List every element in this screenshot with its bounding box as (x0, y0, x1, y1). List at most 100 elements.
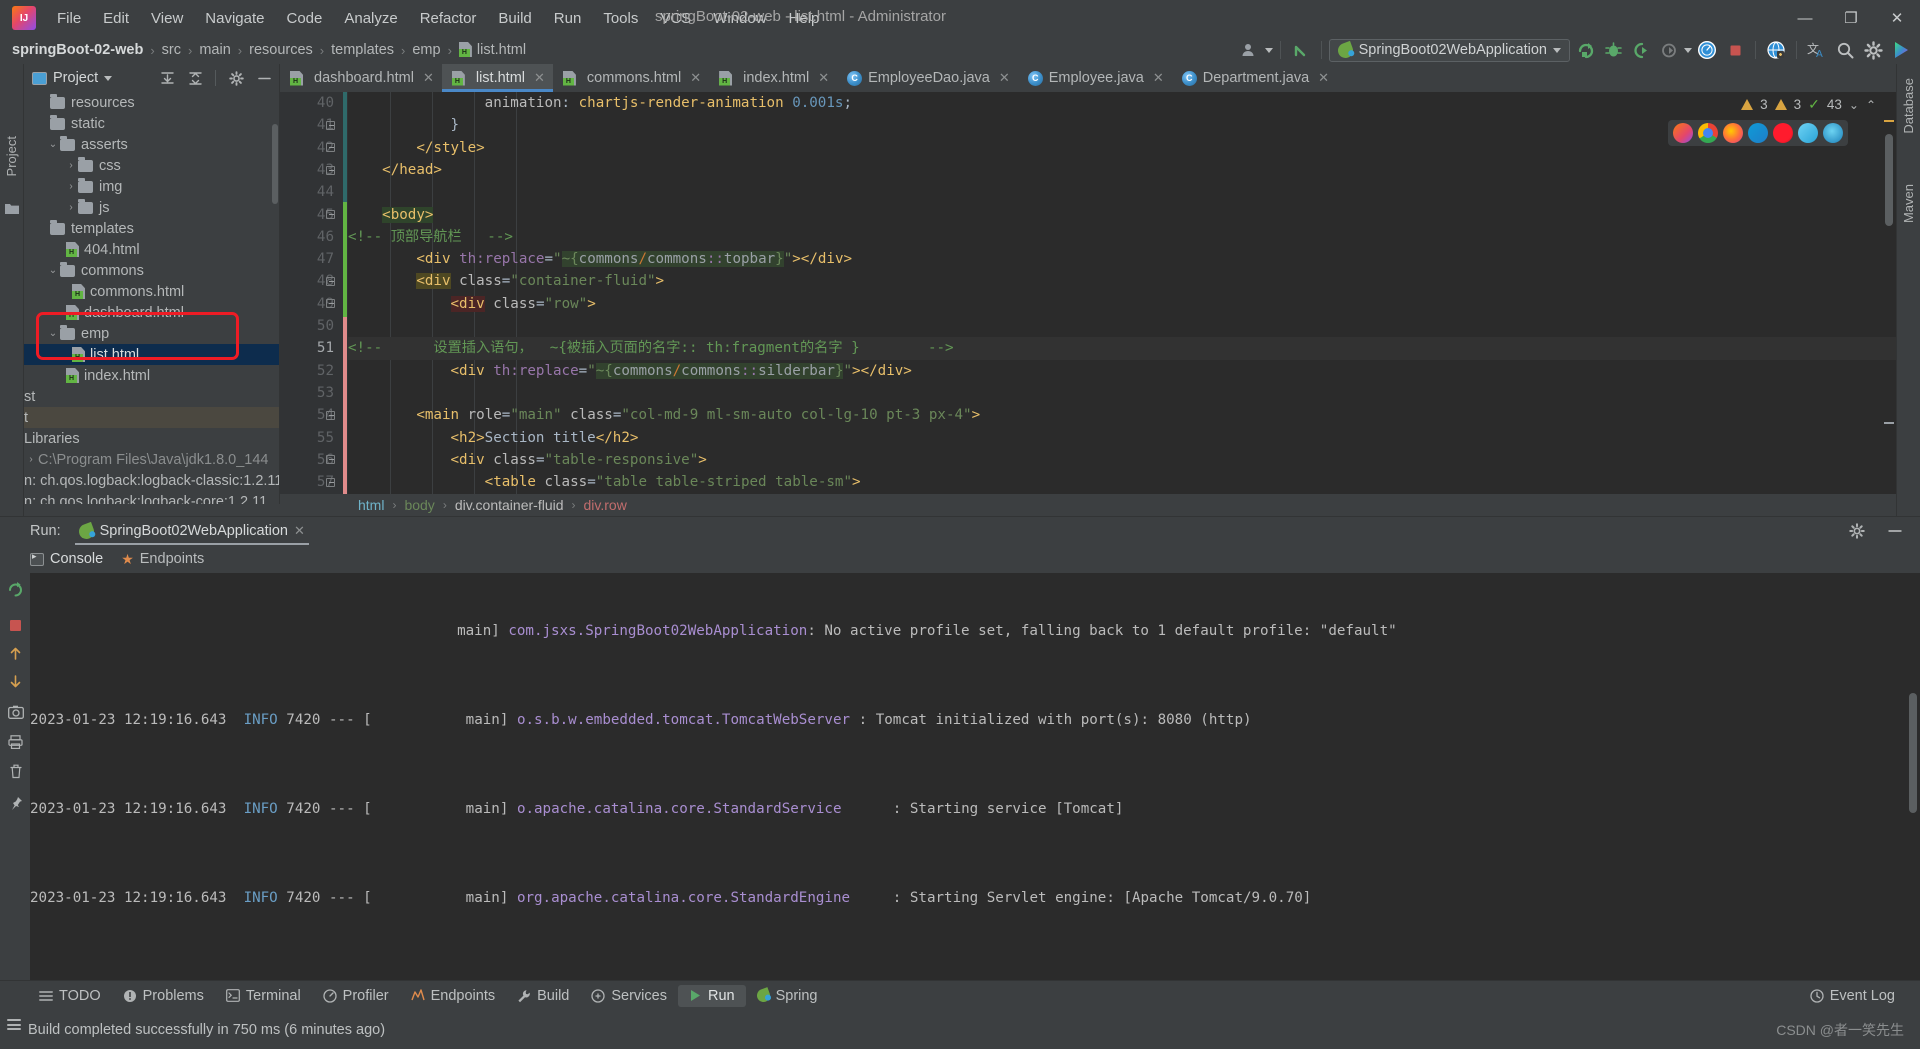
profile-user-icon[interactable] (1237, 38, 1263, 62)
stripe-button-project[interactable]: Project (4, 136, 19, 176)
tool-button-services[interactable]: Services (580, 985, 678, 1007)
hide-panel-icon[interactable] (1884, 520, 1906, 542)
inspection-widget[interactable]: 3 3 ✓ 43 ⌄ ⌃ (1741, 96, 1876, 113)
chevron-right-icon[interactable]: › (24, 454, 38, 465)
tree-item-js[interactable]: › js (24, 197, 279, 218)
run-sub-tabs[interactable]: Console ★ Endpoints (30, 545, 204, 573)
search-everywhere-globe-icon[interactable] (1763, 38, 1789, 62)
breadcrumb-emp[interactable]: emp (412, 42, 440, 58)
close-icon[interactable]: ✕ (534, 70, 545, 86)
scroll-down-icon[interactable] (7, 673, 24, 690)
chrome-browser-icon[interactable] (1698, 123, 1718, 143)
editor-gutter[interactable]: 40 41 42 43 44 45 46 47 48 49 50 51 52 5… (280, 92, 342, 494)
chevron-down-icon[interactable]: ⌄ (1849, 98, 1859, 112)
stripe-button-database[interactable]: Database (1901, 78, 1916, 134)
tab-dashboard-html[interactable]: dashboard.html ✕ (280, 64, 442, 92)
tree-item-404-html[interactable]: 404.html (24, 239, 279, 260)
ide-browser-icon[interactable] (1673, 123, 1693, 143)
play-gradient-icon[interactable] (1888, 38, 1914, 62)
editor-code-area[interactable]: animation: chartjs-render-animation 0.00… (348, 92, 1896, 494)
close-icon[interactable]: ✕ (999, 70, 1010, 86)
fold-marker-icon[interactable] (324, 293, 336, 315)
run-icon[interactable] (1572, 38, 1598, 62)
tab-list-html[interactable]: list.html ✕ (441, 64, 553, 92)
chevron-right-icon[interactable]: › (64, 160, 78, 171)
tool-button-build[interactable]: Build (506, 985, 580, 1007)
minimize-button[interactable]: — (1782, 0, 1828, 36)
run-tab-springboot02webapplication[interactable]: SpringBoot02WebApplication ✕ (71, 518, 313, 545)
tool-button-spring[interactable]: Spring (746, 985, 829, 1007)
fold-marker-icon[interactable] (324, 270, 336, 292)
profiler-dropdown-caret-icon[interactable] (1684, 47, 1692, 53)
tool-button-problems[interactable]: Problems (112, 985, 215, 1007)
profile-dropdown-caret-icon[interactable] (1264, 47, 1273, 53)
tab-department-java[interactable]: Department.java ✕ (1172, 64, 1337, 92)
tool-button-endpoints[interactable]: Endpoints (400, 985, 507, 1007)
menu-analyze[interactable]: Analyze (333, 6, 408, 31)
tree-item-resources[interactable]: resources (24, 92, 279, 113)
rerun-icon[interactable] (7, 581, 24, 598)
close-icon[interactable]: ✕ (1318, 70, 1329, 86)
settings-icon[interactable] (1846, 520, 1868, 542)
editor-breadcrumb[interactable]: html › body › div.container-fluid › div.… (280, 494, 1896, 516)
profile-run-icon[interactable] (1656, 38, 1682, 62)
tab-employee-java[interactable]: Employee.java ✕ (1018, 64, 1172, 92)
project-tree[interactable]: resources static ⌄ asserts › css › img ›… (24, 92, 279, 504)
breadcrumb-templates[interactable]: templates (331, 42, 394, 58)
tab-commons-html[interactable]: commons.html ✕ (553, 64, 709, 92)
fold-marker-icon[interactable] (324, 204, 336, 226)
subtab-console[interactable]: Console (30, 551, 103, 567)
menu-tools[interactable]: Tools (592, 6, 649, 31)
settings-gear-icon[interactable] (1860, 38, 1886, 62)
tree-item-css[interactable]: › css (24, 155, 279, 176)
chevron-right-icon[interactable]: › (64, 181, 78, 192)
breadcrumb-src[interactable]: src (162, 42, 181, 58)
screenshot-icon[interactable] (7, 703, 24, 720)
menu-edit[interactable]: Edit (92, 6, 140, 31)
project-view-chevron-down-icon[interactable] (104, 75, 113, 81)
menu-build[interactable]: Build (487, 6, 542, 31)
tree-item-index-html[interactable]: index.html (24, 365, 279, 386)
editor-breadcrumb-body[interactable]: body (404, 497, 434, 513)
close-icon[interactable]: ✕ (423, 70, 434, 86)
menu-file[interactable]: File (46, 6, 92, 31)
explorer-browser-icon[interactable] (1823, 123, 1843, 143)
tree-item-asserts[interactable]: ⌄ asserts (24, 134, 279, 155)
library-item-jdk[interactable]: › C:\Program Files\Java\jdk1.8.0_144 (24, 449, 279, 470)
tool-button-run[interactable]: Run (677, 984, 746, 1007)
menu-run[interactable]: Run (543, 6, 593, 31)
firefox-browser-icon[interactable] (1723, 123, 1743, 143)
close-icon[interactable]: ✕ (690, 70, 701, 86)
close-button[interactable]: ✕ (1874, 0, 1920, 36)
chevron-down-icon[interactable]: ⌄ (46, 139, 60, 150)
delete-icon[interactable] (7, 763, 24, 780)
tree-item-img[interactable]: › img (24, 176, 279, 197)
chevron-down-icon[interactable]: ⌄ (46, 328, 60, 339)
edge-browser-icon[interactable] (1748, 123, 1768, 143)
maximize-button[interactable]: ❐ (1828, 0, 1874, 36)
translate-icon[interactable]: 文A (1804, 38, 1830, 62)
library-item-logback-classic[interactable]: n: ch.qos.logback:logback-classic:1.2.11 (24, 470, 279, 491)
menu-navigate[interactable]: Navigate (194, 6, 275, 31)
tree-item-commons-html[interactable]: commons.html (24, 281, 279, 302)
fold-marker-icon[interactable] (324, 159, 336, 181)
gear-icon[interactable] (225, 67, 247, 89)
tab-employeedao-java[interactable]: EmployeeDao.java ✕ (837, 64, 1018, 92)
breadcrumb-project[interactable]: springBoot-02-web (12, 42, 143, 58)
run-configuration-selector[interactable]: SpringBoot02WebApplication (1328, 38, 1570, 62)
subtab-endpoints[interactable]: ★ Endpoints (121, 551, 204, 568)
breadcrumb-main[interactable]: main (199, 42, 230, 58)
tree-item-templates[interactable]: templates (24, 218, 279, 239)
tree-item-t[interactable]: t (24, 407, 279, 428)
chevron-right-icon[interactable]: › (64, 202, 78, 213)
close-icon[interactable]: ✕ (818, 70, 829, 86)
tool-button-terminal[interactable]: Terminal (215, 985, 312, 1007)
menu-code[interactable]: Code (275, 6, 333, 31)
tree-item-dashboard-html[interactable]: dashboard.html (24, 302, 279, 323)
status-bar-menu-icon[interactable] (7, 1019, 21, 1030)
tree-item-list-html[interactable]: list.html (24, 344, 279, 365)
expand-all-icon[interactable] (184, 67, 206, 89)
chevron-up-icon[interactable]: ⌃ (1866, 98, 1876, 112)
safari-browser-icon[interactable] (1798, 123, 1818, 143)
menu-view[interactable]: View (140, 6, 194, 31)
